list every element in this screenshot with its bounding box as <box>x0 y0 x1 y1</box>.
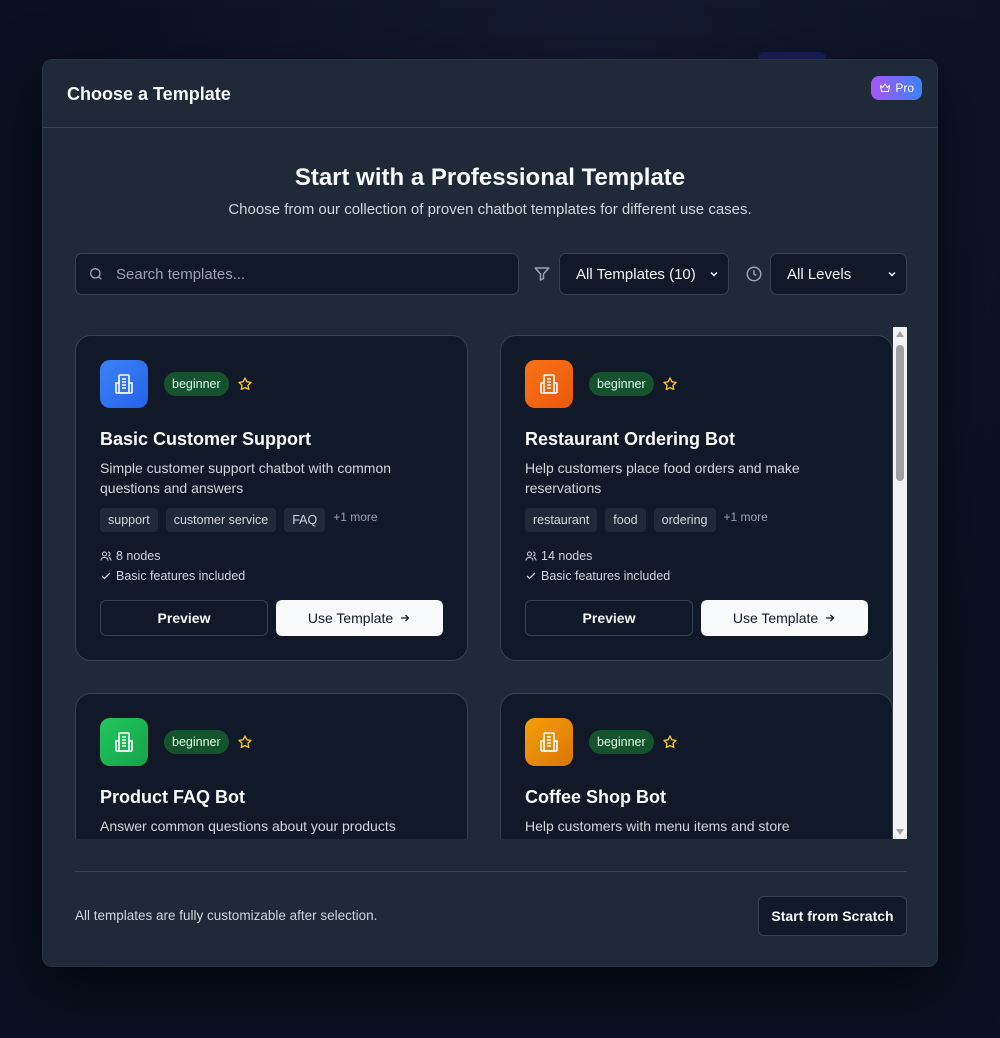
arrow-right-icon <box>826 614 835 622</box>
start-from-scratch-button[interactable]: Start from Scratch <box>758 896 907 936</box>
template-icon-tile <box>525 718 573 766</box>
search-icon <box>90 268 102 280</box>
modal-title: Choose a Template <box>67 84 231 104</box>
check-icon <box>526 572 536 580</box>
footer-note: All templates are fully customizable aft… <box>75 908 378 923</box>
use-template-label: Use Template <box>307 610 394 626</box>
template-title: Product FAQ Bot <box>100 787 245 807</box>
use-template-label: Use Template <box>732 610 819 626</box>
level-select[interactable]: All Levels <box>770 253 907 295</box>
level-badge: beginner <box>164 372 229 396</box>
node-count-label: 8 nodes <box>116 549 161 563</box>
scrollbar-thumb[interactable] <box>896 345 904 481</box>
features-label: Basic features included <box>541 569 671 583</box>
node-count: 14 nodes <box>525 549 592 563</box>
chevron-down-icon <box>888 271 896 277</box>
tag: customer service <box>165 508 277 532</box>
tag-list: restaurant food ordering +1 more <box>525 508 768 532</box>
template-card[interactable]: beginner Basic Customer Support Simple c… <box>75 335 468 661</box>
category-select-value: All Templates (10) <box>576 265 696 283</box>
check-icon <box>101 572 111 580</box>
search-input[interactable] <box>116 265 496 283</box>
filter-icon <box>534 267 550 281</box>
template-description: Simple customer support chatbot with com… <box>100 460 392 496</box>
hero-title: Start with a Professional Template <box>294 164 686 191</box>
node-count-label: 14 nodes <box>541 549 593 563</box>
tag: restaurant <box>525 508 598 532</box>
building-icon <box>540 732 558 752</box>
template-title: Coffee Shop Bot <box>525 787 666 807</box>
arrow-right-icon <box>401 614 410 622</box>
template-description: Answer common questions about your produ… <box>100 818 396 834</box>
template-card[interactable]: beginner Coffee Shop Bot Help customers … <box>500 693 893 839</box>
scroll-up-arrow[interactable] <box>896 331 904 337</box>
template-card[interactable]: beginner Restaurant Ordering Bot Help cu… <box>500 335 893 661</box>
level-badge: beginner <box>164 730 229 754</box>
users-icon <box>525 551 537 561</box>
preview-button[interactable]: Preview <box>525 600 693 636</box>
template-title: Basic Customer Support <box>100 429 312 449</box>
tag: ordering <box>653 508 716 532</box>
building-icon <box>115 374 133 394</box>
building-icon <box>115 732 133 752</box>
modal-header: Choose a Template Pro <box>43 60 937 128</box>
users-icon <box>100 551 112 561</box>
template-icon-tile <box>100 718 148 766</box>
tag-list: support customer service FAQ +1 more <box>100 508 378 532</box>
crown-icon <box>880 83 891 92</box>
hero-subtitle: Choose from our collection of proven cha… <box>228 201 752 218</box>
template-title: Restaurant Ordering Bot <box>525 429 736 449</box>
pro-badge-label: Pro <box>895 81 914 95</box>
tag: support <box>100 508 158 532</box>
building-icon <box>540 374 558 394</box>
search-box[interactable] <box>75 253 519 295</box>
tag-more: +1 more <box>723 510 768 524</box>
template-grid[interactable]: beginner Basic Customer Support Simple c… <box>75 327 907 839</box>
template-modal: Choose a Template Pro Start with a Profe… <box>42 59 938 967</box>
features-note: Basic features included <box>525 569 670 583</box>
template-description: Help customers with menu items and store… <box>525 818 790 839</box>
template-card[interactable]: beginner Product FAQ Bot Answer common q… <box>75 693 468 839</box>
features-note: Basic features included <box>100 569 245 583</box>
use-template-button[interactable]: Use Template <box>701 600 868 636</box>
features-label: Basic features included <box>116 569 246 583</box>
star-icon[interactable] <box>662 376 678 392</box>
template-description: Help customers place food orders and mak… <box>525 460 800 496</box>
chevron-down-icon <box>710 271 718 277</box>
template-icon-tile <box>100 360 148 408</box>
level-badge: beginner <box>589 372 654 396</box>
level-select-value: All Levels <box>787 265 852 283</box>
template-icon-tile <box>525 360 573 408</box>
star-icon[interactable] <box>662 734 678 750</box>
scrollbar[interactable] <box>893 327 907 839</box>
scroll-down-arrow[interactable] <box>896 829 904 835</box>
pro-badge: Pro <box>871 76 922 100</box>
tag: FAQ <box>284 508 326 532</box>
level-badge: beginner <box>589 730 654 754</box>
preview-button[interactable]: Preview <box>100 600 268 636</box>
tag: food <box>605 508 646 532</box>
node-count: 8 nodes <box>100 549 160 563</box>
tag-more: +1 more <box>333 510 378 524</box>
star-icon[interactable] <box>237 376 253 392</box>
footer-divider <box>75 871 907 872</box>
category-select[interactable]: All Templates (10) <box>559 253 729 295</box>
use-template-button[interactable]: Use Template <box>276 600 443 636</box>
star-icon[interactable] <box>237 734 253 750</box>
clock-icon <box>746 266 762 282</box>
